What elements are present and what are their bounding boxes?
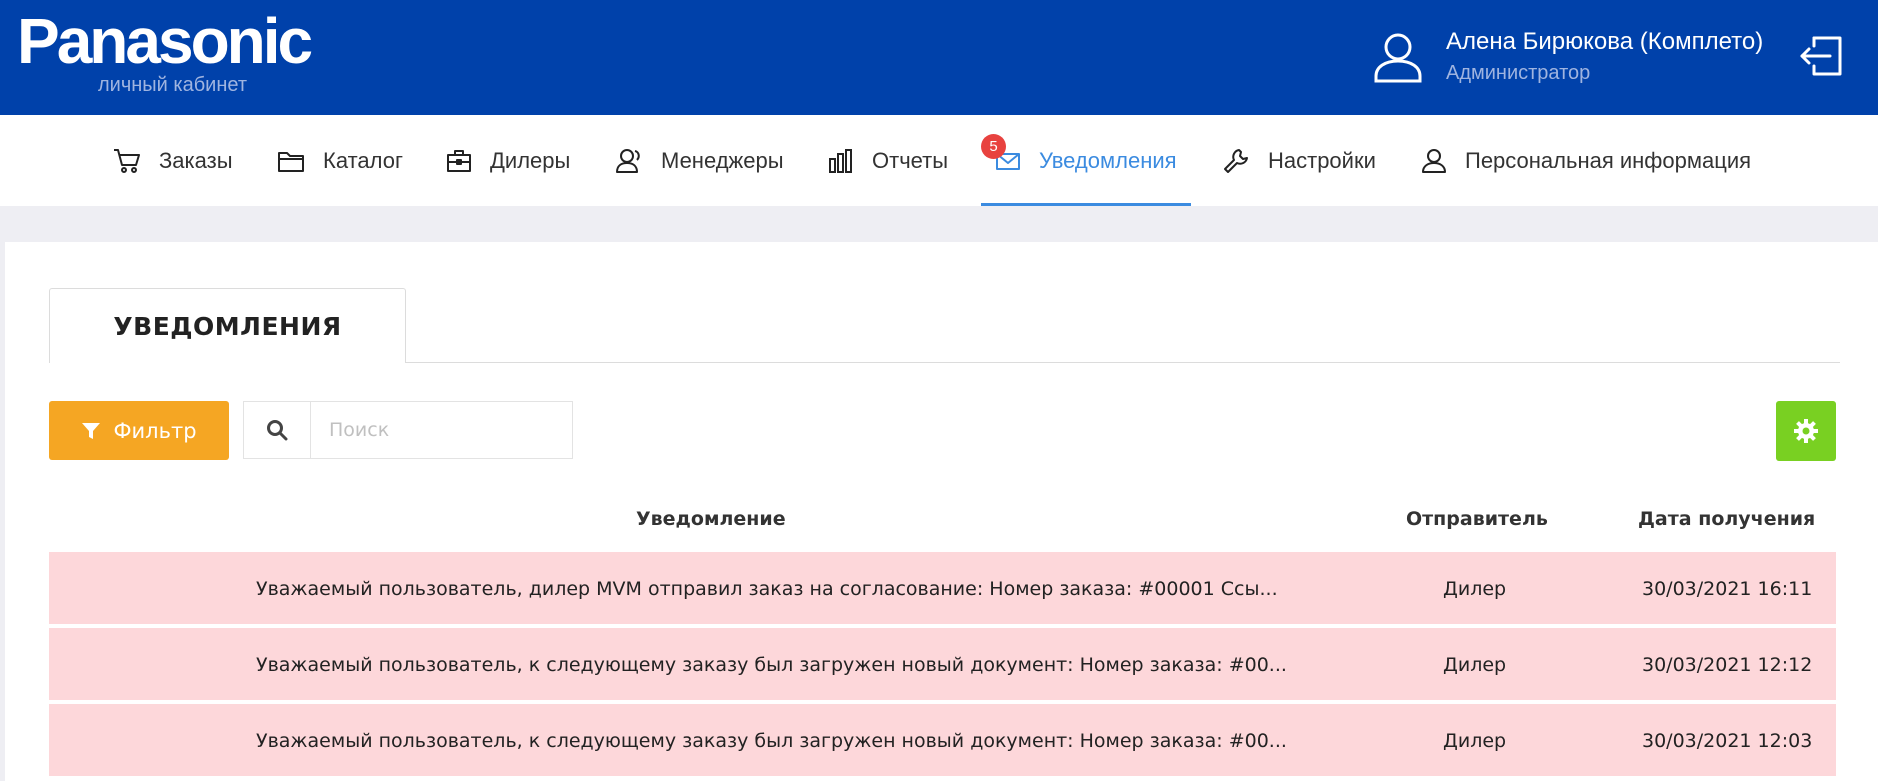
bar-chart-icon xyxy=(829,148,852,173)
column-header-sender[interactable]: Отправитель xyxy=(1406,508,1548,530)
notifications-panel: УВЕДОМЛЕНИЯ Фильтр Поиск Уведомление Отп… xyxy=(5,242,1878,781)
notification-date: 30/03/2021 12:03 xyxy=(1642,730,1813,752)
cart-icon xyxy=(114,148,140,173)
wrench-icon xyxy=(1224,148,1248,173)
user-avatar-icon xyxy=(1374,33,1422,83)
column-header-date[interactable]: Дата получения xyxy=(1638,508,1815,530)
funnel-icon xyxy=(82,422,101,439)
notification-text: Уважаемый пользователь, к следующему зак… xyxy=(256,730,1287,752)
nav-label: Настройки xyxy=(1268,147,1376,173)
logo-subtitle: личный кабинет xyxy=(98,74,248,96)
user-info: Алена Бирюкова (Комплето) Администратор xyxy=(1446,26,1763,88)
notification-date: 30/03/2021 16:11 xyxy=(1642,578,1813,600)
nav-item-orders[interactable]: Заказы xyxy=(113,115,233,206)
nav-item-managers[interactable]: Менеджеры xyxy=(615,115,784,206)
notification-text: Уважаемый пользователь, к следующему зак… xyxy=(256,654,1287,676)
briefcase-icon xyxy=(447,149,471,172)
notification-sender: Дилер xyxy=(1443,730,1507,752)
search-input[interactable] xyxy=(311,402,572,458)
nav-label: Менеджеры xyxy=(661,147,784,173)
nav-item-catalog[interactable]: Каталог xyxy=(277,115,403,206)
nav-label: Отчеты xyxy=(872,147,949,173)
notification-count-badge: 5 xyxy=(981,134,1006,159)
user-icon xyxy=(1422,148,1446,173)
nav-item-settings[interactable]: Настройки xyxy=(1222,115,1376,206)
panasonic-logo[interactable]: Panasonic xyxy=(17,6,313,76)
folder-icon xyxy=(278,151,304,172)
nav-item-personal-info[interactable]: Персональная информация xyxy=(1421,115,1751,206)
filter-label: Фильтр xyxy=(113,418,197,443)
notification-sender: Дилер xyxy=(1443,654,1507,676)
nav-item-reports[interactable]: Отчеты xyxy=(828,115,948,206)
notification-text: Уважаемый пользователь, дилер MVM отправ… xyxy=(256,578,1278,600)
top-header: Panasonic личный кабинет Алена Бирюкова … xyxy=(0,0,1878,115)
nav-label: Персональная информация xyxy=(1465,147,1752,173)
table-row[interactable]: Уважаемый пользователь, дилер MVM отправ… xyxy=(49,552,1836,626)
notification-date: 30/03/2021 12:12 xyxy=(1642,654,1813,676)
search-icon xyxy=(267,420,288,441)
logout-icon[interactable] xyxy=(1796,30,1846,80)
nav-label: Дилеры xyxy=(490,147,571,173)
user-block[interactable]: Алена Бирюкова (Комплето) Администратор xyxy=(1370,26,1763,88)
table-row[interactable]: Уважаемый пользователь, к следующему зак… xyxy=(49,628,1836,702)
user-role: Администратор xyxy=(1446,62,1591,84)
column-header-notification[interactable]: Уведомление xyxy=(636,508,786,530)
filter-button[interactable]: Фильтр xyxy=(49,401,229,460)
search-box xyxy=(243,401,573,459)
search-button[interactable] xyxy=(244,402,311,458)
table-settings-button[interactable] xyxy=(1776,401,1836,461)
nav-label: Уведомления xyxy=(1039,147,1177,173)
gear-icon xyxy=(1794,419,1818,443)
nav-label: Каталог xyxy=(323,147,403,173)
tab-notifications[interactable]: УВЕДОМЛЕНИЯ xyxy=(49,288,406,363)
nav-label: Заказы xyxy=(159,147,233,173)
main-nav: Заказы Каталог Дилеры Менеджеры Отчеты 5… xyxy=(0,115,1878,206)
nav-item-dealers[interactable]: Дилеры xyxy=(446,115,570,206)
user-name: Алена Бирюкова (Комплето) xyxy=(1446,28,1764,55)
managers-icon xyxy=(616,148,640,173)
nav-item-notifications[interactable]: 5 Уведомления xyxy=(981,115,1191,206)
table-row[interactable]: Уважаемый пользователь, к следующему зак… xyxy=(49,704,1836,778)
notification-sender: Дилер xyxy=(1443,578,1507,600)
